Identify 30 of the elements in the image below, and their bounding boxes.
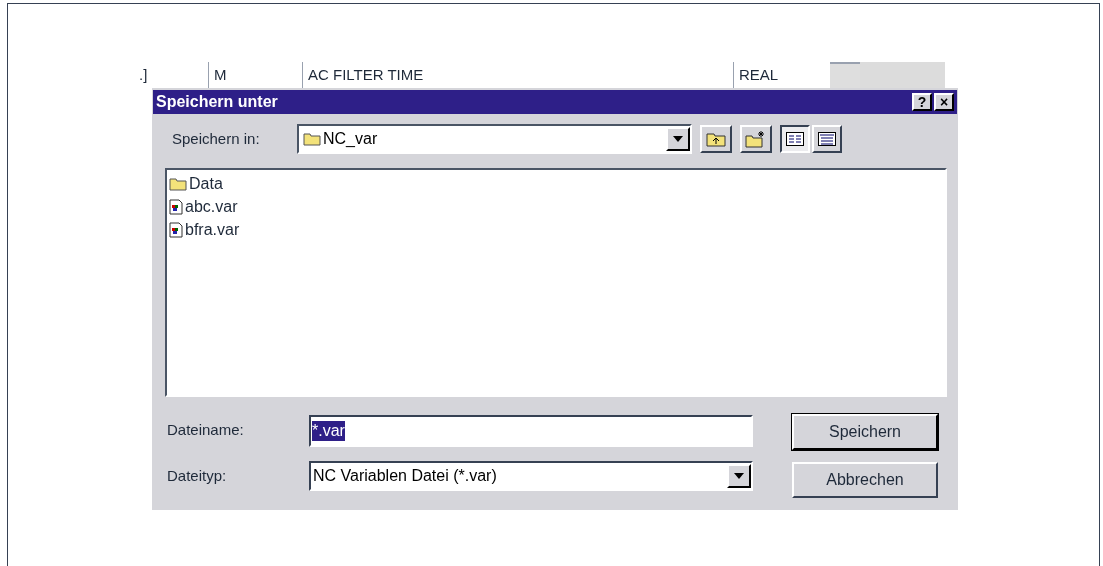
table-cell-text: REAL: [739, 64, 779, 85]
up-folder-button[interactable]: [700, 125, 732, 153]
help-button[interactable]: ?: [912, 93, 932, 111]
filetype-dropdown[interactable]: NC Variablen Datei (*.var): [309, 461, 753, 491]
window-title: Speichern unter: [156, 92, 278, 112]
folder-up-arrow-icon: [706, 131, 726, 147]
close-button[interactable]: ×: [934, 93, 954, 111]
file-icon: [169, 221, 183, 238]
list-view-button[interactable]: [780, 125, 810, 153]
table-cell-text: .]: [139, 64, 148, 85]
folder-dropdown[interactable]: NC_var: [297, 124, 692, 154]
folder-icon: [169, 176, 187, 191]
file-list-item[interactable]: Data: [169, 172, 223, 195]
field-label: Dateiname:: [167, 420, 245, 441]
field-label: Dateityp:: [167, 465, 228, 486]
file-icon: [169, 198, 183, 215]
details-view-icon: [818, 132, 836, 146]
cancel-button[interactable]: Abbrechen: [792, 462, 938, 498]
filename-field[interactable]: *.var: [309, 414, 753, 447]
folder-icon: [303, 132, 321, 146]
file-list-item[interactable]: bfra.var: [169, 218, 240, 241]
save-button[interactable]: Speichern: [792, 414, 938, 450]
new-folder-button[interactable]: [740, 125, 772, 153]
table-cell-text: AC FILTER TIME: [308, 64, 424, 85]
file-list-item[interactable]: abc.var: [169, 195, 238, 218]
details-view-button[interactable]: [812, 125, 842, 153]
table-cell-text: M: [214, 64, 227, 85]
new-folder-icon: [745, 130, 767, 148]
list-view-icon: [786, 132, 804, 146]
field-label: Speichern in:: [172, 128, 261, 149]
